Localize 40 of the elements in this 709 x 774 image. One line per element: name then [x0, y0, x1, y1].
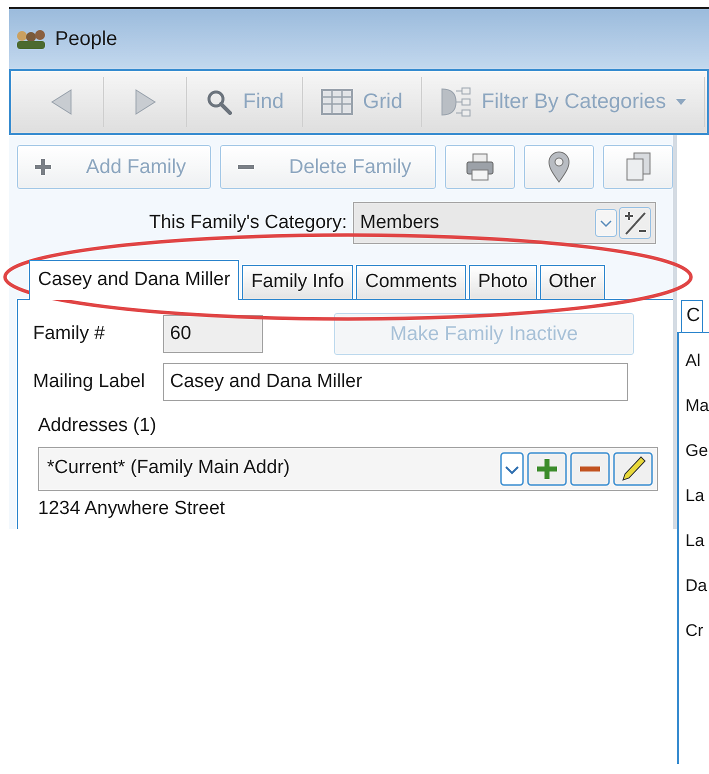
grid-icon: [320, 89, 353, 115]
map-pin-icon: [547, 151, 572, 183]
field-label: La: [685, 530, 706, 552]
category-label: This Family's Category:: [148, 210, 348, 235]
tab[interactable]: Casey and Dana Miller: [29, 260, 240, 300]
people-icon: [15, 29, 47, 49]
dropdown-caret-icon: [676, 99, 686, 105]
category-dropdown[interactable]: Members: [353, 202, 656, 244]
copy-icon: [625, 152, 652, 182]
add-address-icon: [527, 452, 567, 486]
address-line: 1234 Anywhere Street: [38, 496, 226, 520]
print-family-button[interactable]: [445, 145, 516, 189]
family-number-label: Family #: [33, 322, 106, 346]
address-dropdown[interactable]: *Current* (Family Main Addr): [38, 446, 658, 490]
field-label: Cr: [685, 620, 704, 642]
minus-icon: [237, 164, 256, 170]
addresses-label: Addresses (1): [38, 414, 158, 438]
tab[interactable]: Photo: [468, 265, 537, 299]
family-number-field[interactable]: 60: [163, 315, 263, 353]
copy-family-button[interactable]: [603, 145, 674, 189]
printer-icon: [465, 153, 496, 181]
tab[interactable]: Other: [540, 265, 606, 299]
pencil-icon: [613, 452, 653, 486]
hierarchy-icon: [440, 86, 472, 118]
mailing-label-field[interactable]: Casey and Dana Miller: [163, 363, 628, 401]
field-label: Ma: [685, 395, 709, 417]
plus-icon: [34, 158, 52, 176]
map-family-button[interactable]: [524, 145, 594, 189]
remove-address-icon: [570, 452, 610, 486]
mailing-label-label: Mailing Label: [33, 370, 146, 394]
tab[interactable]: Comments: [356, 265, 466, 299]
field-label: Ge: [685, 440, 709, 462]
field-label: Al: [685, 350, 702, 372]
field-label: La: [685, 485, 706, 507]
window-title: People: [55, 27, 118, 52]
search-icon: [205, 88, 233, 116]
plus-minus-icon: [619, 207, 651, 239]
field-label: Da: [685, 575, 708, 597]
side-tab[interactable]: C: [681, 300, 704, 332]
tab[interactable]: Family Info: [242, 265, 354, 299]
